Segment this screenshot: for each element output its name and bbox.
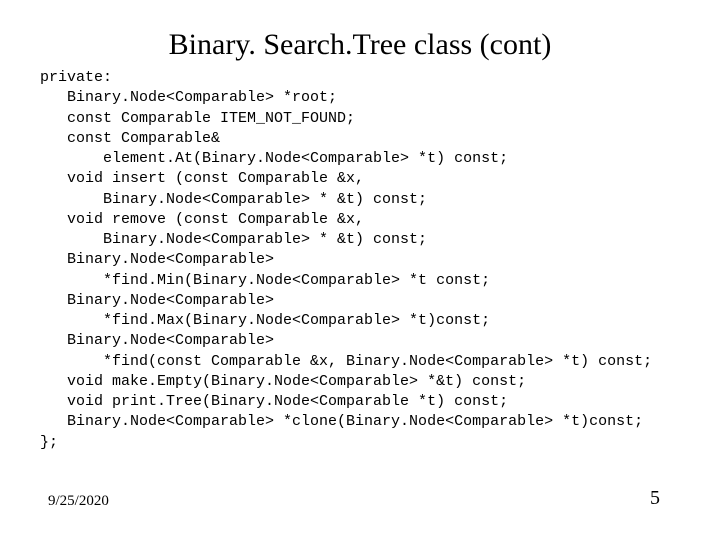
slide-title: Binary. Search.Tree class (cont): [0, 28, 720, 62]
code-block: private: Binary.Node<Comparable> *root; …: [40, 68, 680, 453]
footer-date: 9/25/2020: [48, 493, 109, 510]
slide: Binary. Search.Tree class (cont) private…: [0, 0, 720, 540]
footer-page-number: 5: [650, 487, 660, 510]
